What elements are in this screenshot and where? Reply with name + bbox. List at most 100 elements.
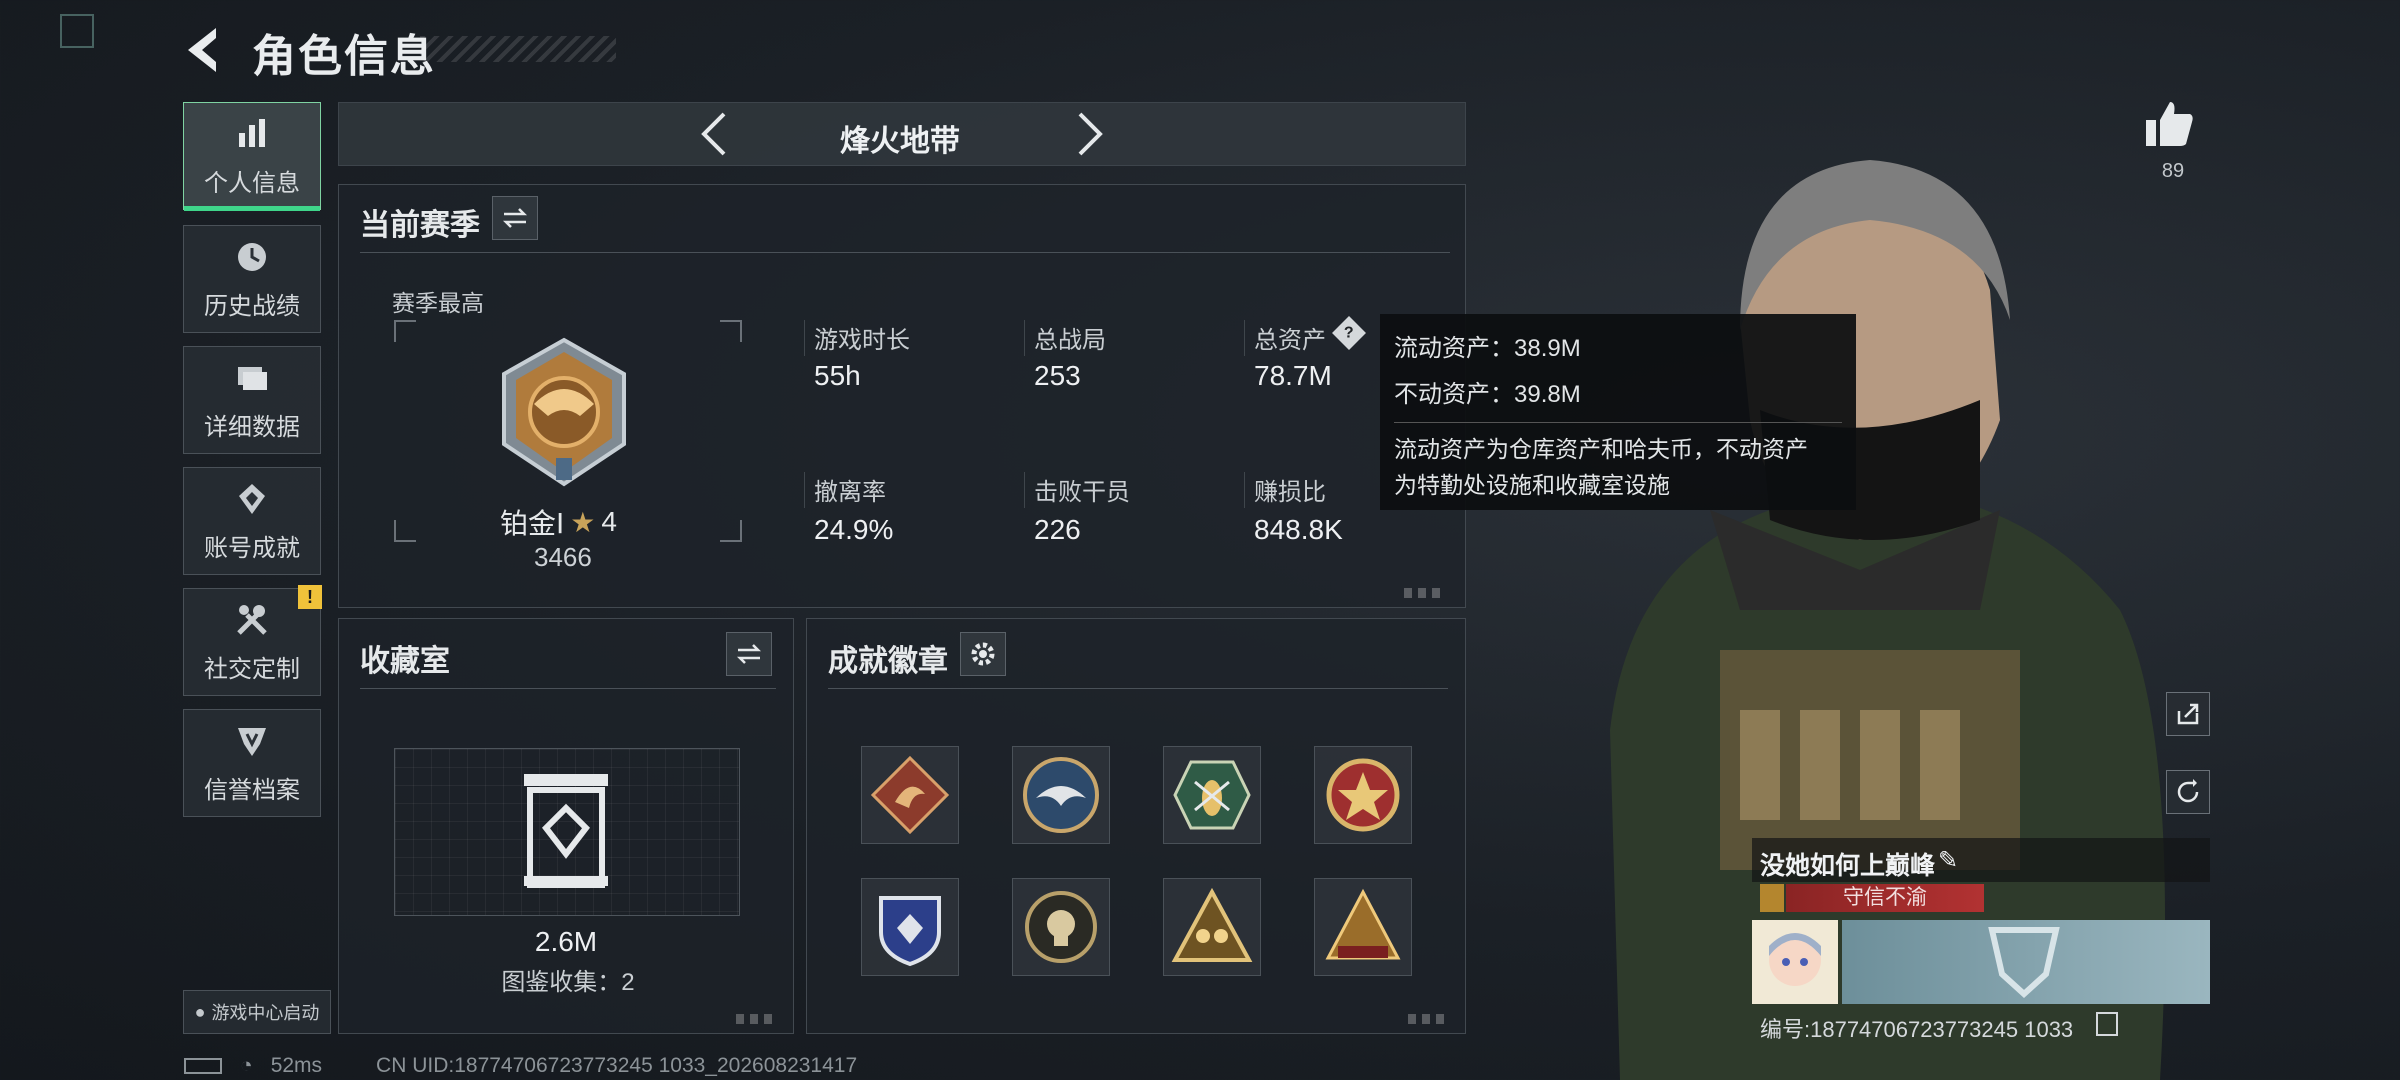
stat-label-total-assets: 总资产 bbox=[1254, 327, 1326, 354]
panel-corner-decoration bbox=[1404, 588, 1440, 598]
season-divider bbox=[360, 252, 1450, 253]
warning-badge: ! bbox=[298, 585, 322, 609]
sidebar-item-label: 个人信息 bbox=[204, 169, 300, 197]
avatar[interactable] bbox=[1752, 920, 1838, 1004]
stat-divider bbox=[1024, 320, 1025, 356]
corner-decoration bbox=[60, 14, 94, 48]
sidebar-item-reputation[interactable]: 信誉档案 bbox=[183, 709, 321, 817]
sidebar-item-label: 信誉档案 bbox=[204, 776, 300, 804]
tooltip-desc-line1: 流动资产为仓库资产和哈夫币，不动资产 bbox=[1394, 436, 1808, 462]
sidebar-item-label: 历史战绩 bbox=[204, 292, 300, 320]
back-arrow-icon bbox=[188, 28, 216, 72]
rank-name-row: 铂金Ⅰ ★ 4 bbox=[500, 502, 617, 542]
collection-switch-button[interactable] bbox=[726, 632, 772, 676]
back-button[interactable] bbox=[180, 22, 230, 78]
stat-divider bbox=[1024, 472, 1025, 508]
collection-value: 2.6M bbox=[534, 926, 598, 957]
swap-icon bbox=[502, 208, 528, 228]
collection-title: 收藏室 bbox=[360, 645, 450, 678]
like-button[interactable] bbox=[2140, 96, 2200, 152]
wasp-badge[interactable] bbox=[1163, 746, 1261, 844]
rank-stars: 4 bbox=[601, 506, 617, 537]
assets-tooltip: 流动资产：38.9M 不动资产：39.8M 流动资产为仓库资产和哈夫币，不动资产… bbox=[1380, 314, 1856, 510]
status-footer: ◔ 52ms CN UID:18774706723773245 1033_202… bbox=[184, 1054, 857, 1078]
refresh-icon bbox=[2177, 779, 2199, 803]
mode-next-button[interactable] bbox=[1058, 104, 1118, 164]
stat-divider bbox=[1244, 320, 1245, 356]
footer-uid: CN UID:18774706723773245 1033_2026082314… bbox=[376, 1054, 858, 1077]
sidebar-item-achievements[interactable]: 账号成就 bbox=[183, 467, 321, 575]
star-icon: ★ bbox=[570, 506, 596, 538]
sidebar-item-history[interactable]: 历史战绩 bbox=[183, 225, 321, 333]
wifi-icon: ◔ bbox=[240, 1054, 253, 1077]
game-center-label: 游戏中心启动 bbox=[211, 1003, 320, 1023]
profile-title: 守信不渝 bbox=[1786, 884, 1984, 912]
chevron-right-icon bbox=[1078, 112, 1103, 156]
rank-name: 铂金Ⅰ bbox=[500, 508, 565, 539]
star-medal-badge[interactable] bbox=[1314, 746, 1412, 844]
police-badge[interactable] bbox=[861, 878, 959, 976]
tooltip-desc-line2: 为特勤处设施和收藏室设施 bbox=[1394, 472, 1670, 498]
profile-name: 没她如何上巅峰 bbox=[1760, 852, 1936, 880]
shield-icon bbox=[238, 727, 266, 756]
squad-badge[interactable] bbox=[1163, 878, 1261, 976]
stat-value-profit-ratio: 848.8K bbox=[1254, 514, 1343, 545]
rotate-button[interactable] bbox=[2166, 770, 2210, 814]
mode-prev-button[interactable] bbox=[686, 104, 746, 164]
stat-value-extract-rate: 24.9% bbox=[814, 514, 894, 545]
stat-label-profit-ratio: 赚损比 bbox=[1254, 479, 1326, 506]
badges-settings-button[interactable] bbox=[960, 632, 1006, 676]
stat-value-total-assets: 78.7M bbox=[1254, 360, 1332, 391]
stat-label-kills: 击败干员 bbox=[1034, 479, 1130, 506]
bar-chart-icon bbox=[239, 118, 265, 147]
rank-emblem-icon bbox=[484, 334, 644, 494]
profile-uid: 编号:18774706723773245 1033 bbox=[1760, 1017, 2074, 1042]
stat-divider bbox=[1244, 472, 1245, 508]
stat-label-matches: 总战局 bbox=[1034, 327, 1106, 354]
stat-divider bbox=[804, 472, 805, 508]
stat-value-playtime: 55h bbox=[814, 360, 861, 391]
share-icon bbox=[2177, 703, 2199, 725]
sidebar-item-label: 社交定制 bbox=[204, 655, 300, 683]
mode-name: 烽火地带 bbox=[840, 125, 960, 158]
collection-vault-icon bbox=[520, 772, 612, 889]
pyramid-badge[interactable] bbox=[1314, 878, 1412, 976]
battery-icon bbox=[184, 1058, 222, 1074]
title-decoration bbox=[420, 36, 616, 62]
panel-corner-decoration bbox=[1408, 1014, 1444, 1024]
swap-icon bbox=[736, 644, 762, 664]
sidebar-item-detailed-data[interactable]: 详细数据 bbox=[183, 346, 321, 454]
team-logo-icon bbox=[1988, 927, 2060, 999]
badges-title: 成就徽章 bbox=[828, 645, 948, 678]
title-emblem-icon bbox=[1760, 884, 1784, 912]
skull-badge[interactable] bbox=[1012, 878, 1110, 976]
gear-icon bbox=[971, 642, 995, 666]
game-center-button[interactable]: ● 游戏中心启动 bbox=[183, 990, 331, 1034]
stat-divider bbox=[804, 320, 805, 356]
collection-gallery: 图鉴收集：2 bbox=[501, 969, 635, 996]
collection-divider bbox=[360, 688, 776, 689]
achievement-icon bbox=[239, 483, 265, 514]
eagle-badge[interactable] bbox=[1012, 746, 1110, 844]
sidebar-item-label: 详细数据 bbox=[204, 413, 300, 441]
copy-icon[interactable] bbox=[2096, 1012, 2118, 1036]
sidebar-item-personal-info[interactable]: 个人信息 bbox=[183, 102, 321, 211]
tooltip-fixed-assets: 不动资产：39.8M bbox=[1394, 381, 1581, 408]
tooltip-liquid-assets: 流动资产：38.9M bbox=[1394, 335, 1581, 362]
season-switch-button[interactable] bbox=[492, 196, 538, 240]
badges-divider bbox=[828, 688, 1448, 689]
clock-icon bbox=[238, 242, 266, 271]
page-title: 角色信息 bbox=[252, 32, 436, 81]
ping-value: 52ms bbox=[270, 1054, 323, 1077]
dragon-badge[interactable] bbox=[861, 746, 959, 844]
like-count: 89 bbox=[2161, 160, 2185, 182]
thumbs-up-icon bbox=[2146, 102, 2193, 146]
folder-icon bbox=[238, 366, 267, 390]
share-button[interactable] bbox=[2166, 692, 2210, 736]
season-best-label: 赛季最高 bbox=[392, 290, 484, 316]
rank-points: 3466 bbox=[534, 542, 592, 572]
stat-label-extract-rate: 撤离率 bbox=[814, 479, 886, 506]
season-title: 当前赛季 bbox=[360, 209, 480, 242]
sidebar-item-label: 账号成就 bbox=[204, 534, 300, 562]
edit-name-button[interactable]: ✎ bbox=[1938, 846, 1966, 874]
